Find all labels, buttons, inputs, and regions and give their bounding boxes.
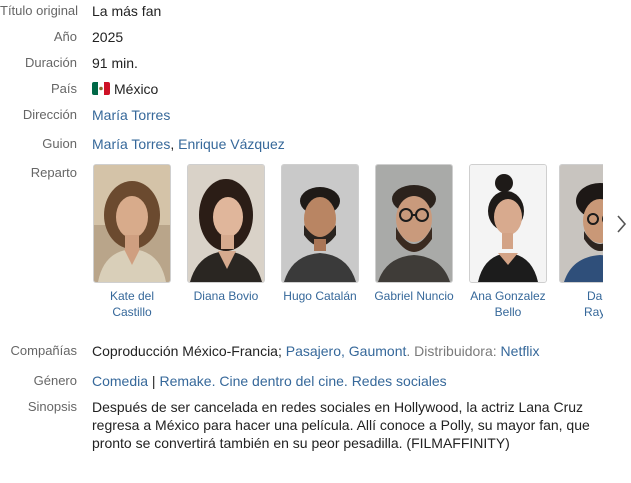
company-link-pasajero[interactable]: Pasajero [286,343,341,359]
actor-photo[interactable] [281,164,359,283]
genre-link-comedia[interactable]: Comedia [92,373,148,389]
cast-name-line: Hugo Catalán [283,289,357,303]
label-genero: Género [33,373,77,388]
cast-name-line: Castillo [112,305,152,319]
topic-separator: . [343,373,348,389]
label-companias: Compañías [10,343,77,358]
cast-name[interactable]: Dan Rayn [552,288,603,320]
company-link-gaumont[interactable]: Gaumont [349,343,407,359]
actor-photo[interactable] [375,164,453,283]
writer-link[interactable]: Enrique Vázquez [178,136,285,152]
label-direccion: Dirección [22,107,77,122]
synopsis-text: Después de ser cancelada en redes social… [92,398,612,452]
chevron-right-icon[interactable] [614,211,630,237]
value-pais: México [92,81,158,97]
value-genero: Comedia | Remake. Cine dentro del cine. … [92,373,447,389]
writer-separator: , [170,136,175,152]
cast-name[interactable]: Ana Gonzalez Bello [462,288,554,320]
actor-photo[interactable] [93,164,171,283]
coproduction-text: Coproducción México-Francia; [92,343,282,359]
value-anio: 2025 [92,29,124,45]
mexico-flag-icon [92,82,110,95]
director-link[interactable]: María Torres [92,107,170,123]
label-pais: País [50,81,77,96]
topic-link-remake[interactable]: Remake [159,373,211,389]
cast-name-line: Diana Bovio [193,289,259,303]
synopsis-line: pronto se convertirá también en su peor … [92,435,510,451]
label-reparto: Reparto [30,165,77,180]
value-guion: María Torres, Enrique Vázquez [92,136,285,152]
writer-link[interactable]: María Torres [92,136,170,152]
cast-carousel: Kate del Castillo Diana Bovio Hugo Catal… [92,164,603,324]
label-sinopsis: Sinopsis [27,399,77,414]
value-direccion: María Torres [92,107,170,123]
synopsis-line: Después de ser cancelada en redes social… [92,399,584,415]
cast-name-line: Dan [586,289,603,303]
cast-name[interactable]: Hugo Catalán [274,288,366,304]
company-link-netflix[interactable]: Netflix [501,343,540,359]
value-companias: Coproducción México-Francia; Pasajero, G… [92,343,539,359]
actor-photo[interactable] [559,164,603,283]
synopsis-line: regresa a México para hacer una película… [92,417,590,433]
label-anio: Año [53,29,77,44]
value-duracion: 91 min. [92,55,138,71]
cast-name[interactable]: Gabriel Nuncio [368,288,460,304]
country-name: México [114,81,159,97]
label-titulo-original: Título original [0,3,79,18]
value-titulo-original: La más fan [92,3,162,19]
topic-link-redes-sociales[interactable]: Redes sociales [352,373,447,389]
cast-name[interactable]: Kate del Castillo [92,288,178,320]
cast-name-line: Bello [494,305,522,319]
distribuidora-label: . Distribuidora: [406,343,497,359]
topic-link-cine-dentro-del-cine[interactable]: Cine dentro del cine [219,373,344,389]
company-separator: , [341,343,345,359]
label-guion: Guion [42,136,77,151]
actor-photo[interactable] [469,164,547,283]
cast-name-line: Kate del [109,289,155,303]
cast-name-line: Ana Gonzalez [470,289,546,303]
cast-name-line: Gabriel Nuncio [374,289,454,303]
topic-separator: . [211,373,216,389]
label-duracion: Duración [24,55,77,70]
cast-name[interactable]: Diana Bovio [180,288,272,304]
genre-separator: | [151,373,156,389]
actor-photo[interactable] [187,164,265,283]
cast-name-line: Rayn [583,305,603,319]
